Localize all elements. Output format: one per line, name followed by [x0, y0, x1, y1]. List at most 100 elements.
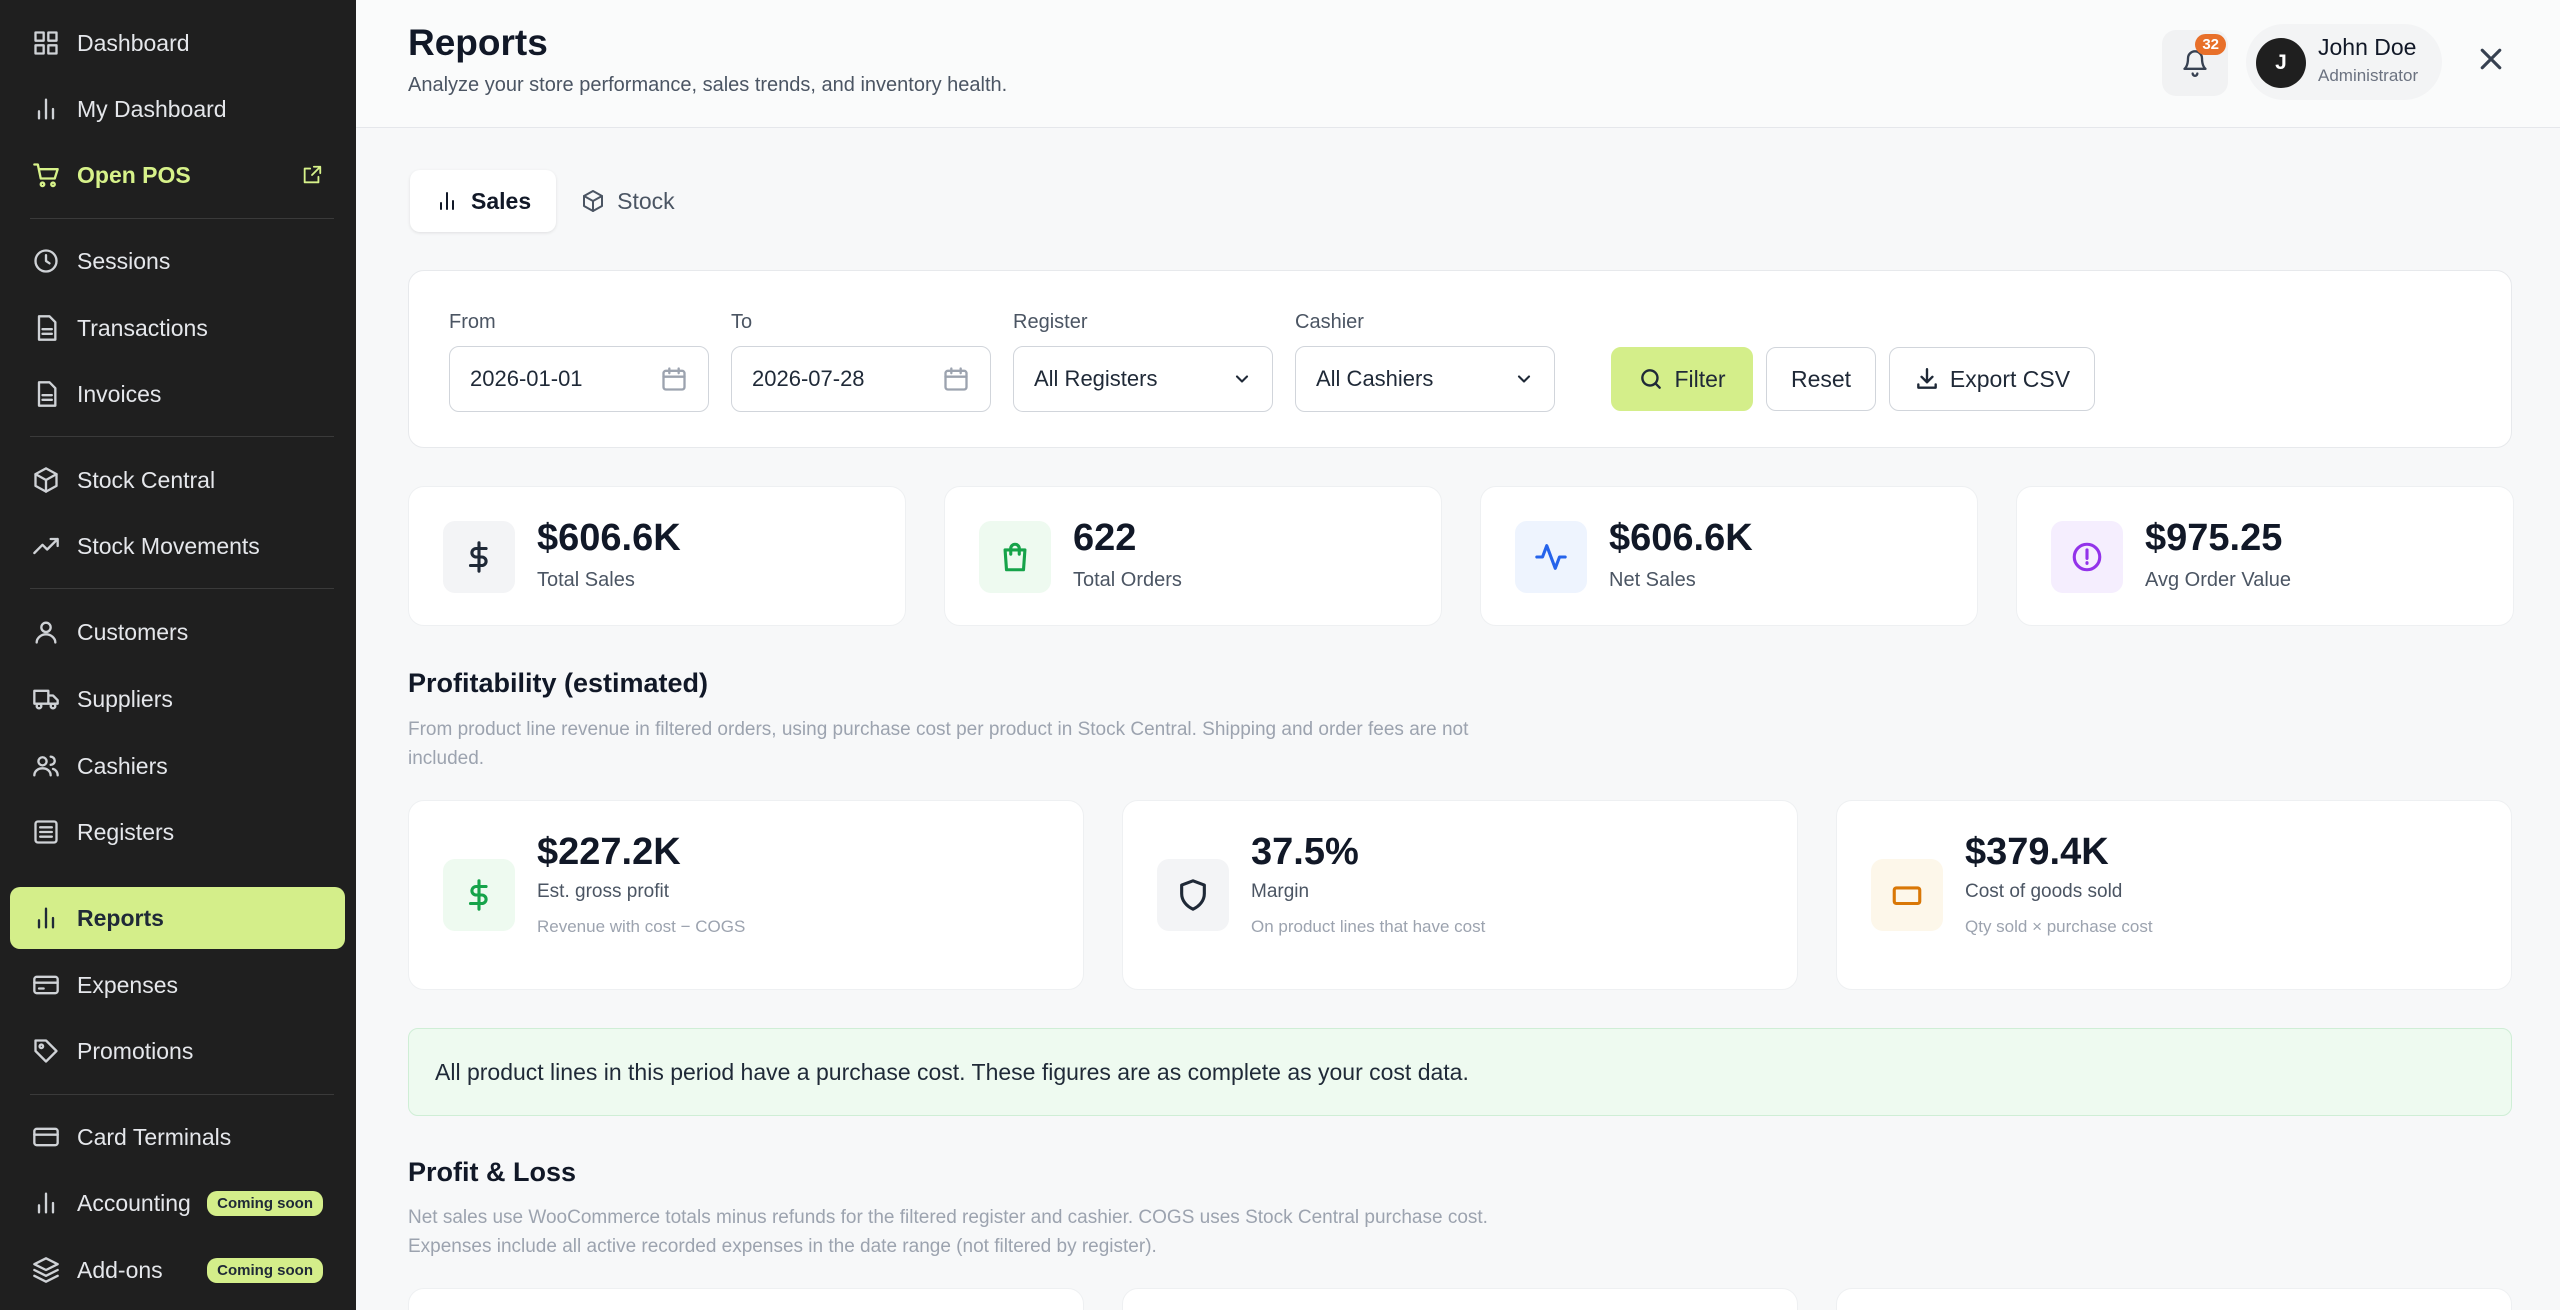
user-menu[interactable]: J John Doe Administrator [2246, 24, 2442, 100]
sidebar-item-add-ons[interactable]: Add-ons Coming soon [10, 1239, 345, 1301]
from-label: From [449, 311, 496, 333]
sidebar-item-label: Sessions [77, 247, 171, 274]
download-icon [1917, 368, 1937, 389]
divider [30, 218, 334, 219]
user-icon [30, 616, 62, 648]
kpi-label: Net Sales [1609, 569, 1696, 591]
to-date-input[interactable]: 2026-07-28 [731, 346, 991, 412]
sidebar-item-label: Cashiers [77, 752, 168, 779]
sidebar-item-cashiers[interactable]: Cashiers [10, 735, 345, 797]
to-date-value: 2026-07-28 [752, 366, 865, 391]
profit-label: Est. gross profit [537, 881, 669, 902]
pnl-description: Net sales use WooCommerce totals minus r… [408, 1203, 1508, 1261]
sidebar-item-invoices[interactable]: Invoices [10, 363, 345, 425]
external-link-icon [301, 164, 323, 186]
reset-button[interactable]: Reset [1766, 347, 1876, 411]
divider [30, 1094, 334, 1095]
sidebar-item-reports[interactable]: Reports [10, 887, 345, 949]
user-role: Administrator [2318, 66, 2419, 85]
sidebar-item-label: Add-ons [77, 1256, 163, 1283]
pnl-desc-line2: Expenses include all active recorded exp… [408, 1236, 1157, 1257]
pnl-desc-line1: Net sales use WooCommerce totals minus r… [408, 1207, 1488, 1228]
sidebar-item-label: Reports [77, 904, 164, 931]
tab-stock[interactable]: Stock [556, 170, 700, 232]
sidebar-item-open-pos[interactable]: Open POS [10, 144, 345, 206]
dollar-icon [443, 859, 515, 931]
register-value: All Registers [1034, 366, 1158, 391]
notification-count-badge: 32 [2195, 34, 2226, 55]
kpi-card-net-sales: $606.6K Net Sales [1480, 486, 1978, 626]
document-icon [30, 312, 62, 344]
kpi-value: $975.25 [2145, 517, 2283, 559]
calendar-icon[interactable] [942, 365, 970, 393]
card-icon [30, 1121, 62, 1153]
sidebar-item-stock-movements[interactable]: Stock Movements [10, 515, 345, 577]
from-date-group: From 2026-01-01 [449, 311, 709, 412]
profit-value: $227.2K [537, 831, 681, 873]
to-label: To [731, 311, 753, 333]
to-date-group: To 2026-07-28 [731, 311, 991, 412]
profit-sublabel: On product lines that have cost [1251, 917, 1486, 936]
cashier-select[interactable]: All Cashiers [1295, 346, 1555, 412]
sidebar-item-label: Accounting [77, 1189, 191, 1216]
profitability-desc-line1: From product line revenue in filtered or… [408, 719, 1469, 740]
tab-label: Stock [617, 187, 675, 214]
sidebar-item-my-dashboard[interactable]: My Dashboard [10, 78, 345, 140]
grid-icon [30, 27, 62, 59]
sidebar-item-customers[interactable]: Customers [10, 601, 345, 663]
chevron-down-icon [1235, 375, 1249, 383]
profit-label: Margin [1251, 881, 1310, 902]
bar-chart-icon [440, 192, 454, 210]
register-select[interactable]: All Registers [1013, 346, 1273, 412]
profitability-description: From product line revenue in filtered or… [408, 715, 1508, 773]
cashier-label: Cashier [1295, 311, 1364, 333]
profitability-desc-line2: included. [408, 748, 485, 769]
sidebar-item-label: Customers [77, 618, 189, 645]
kpi-value: $606.6K [1609, 517, 1753, 559]
sidebar-item-transactions[interactable]: Transactions [10, 297, 345, 359]
sidebar-item-expenses[interactable]: Expenses [10, 954, 345, 1016]
kpi-label: Total Sales [537, 569, 635, 591]
sidebar-item-label: Open POS [77, 161, 191, 188]
profit-card-margin: 37.5% Margin On product lines that have … [1122, 800, 1798, 990]
clock-icon [30, 245, 62, 277]
bar-chart-icon [30, 902, 62, 934]
sidebar-item-label: Invoices [77, 380, 162, 407]
sidebar-item-stock-central[interactable]: Stock Central [10, 449, 345, 511]
page-title: Reports [408, 22, 548, 63]
sidebar-item-dashboard[interactable]: Dashboard [10, 12, 345, 74]
page-subtitle: Analyze your store performance, sales tr… [408, 74, 1008, 96]
close-button[interactable] [2476, 44, 2506, 74]
notifications-button[interactable]: 32 [2162, 30, 2228, 96]
document-icon [30, 378, 62, 410]
sidebar-item-accounting[interactable]: Accounting Coming soon [10, 1172, 345, 1234]
sidebar-item-label: Card Terminals [77, 1123, 232, 1150]
cart-icon [30, 159, 62, 191]
sidebar-item-suppliers[interactable]: Suppliers [10, 668, 345, 730]
reset-button-label: Reset [1790, 365, 1852, 392]
profit-value: 37.5% [1251, 831, 1359, 873]
kpi-label: Avg Order Value [2145, 569, 2292, 591]
kpi-label: Total Orders [1073, 569, 1182, 591]
sidebar-item-label: My Dashboard [77, 95, 227, 122]
export-csv-button[interactable]: Export CSV [1889, 347, 2095, 411]
kpi-value: 622 [1073, 517, 1137, 559]
from-date-value: 2026-01-01 [470, 366, 583, 391]
coming-soon-badge: Coming soon [207, 1258, 323, 1283]
profit-label: Cost of goods sold [1965, 881, 2123, 902]
report-tabs: Sales Stock [410, 170, 700, 232]
calendar-icon[interactable] [660, 365, 688, 393]
sidebar-item-promotions[interactable]: Promotions [10, 1020, 345, 1082]
sidebar-item-registers[interactable]: Registers [10, 801, 345, 863]
users-icon [30, 750, 62, 782]
from-date-input[interactable]: 2026-01-01 [449, 346, 709, 412]
sidebar-item-card-terminals[interactable]: Card Terminals [10, 1106, 345, 1168]
kpi-card-total-orders: 622 Total Orders [944, 486, 1442, 626]
filter-panel: From 2026-01-01 To 2026-07-28 Register A… [408, 270, 2512, 448]
activity-icon [1515, 521, 1587, 593]
shield-icon [1157, 859, 1229, 931]
tab-sales[interactable]: Sales [410, 170, 557, 232]
layers-icon [30, 1254, 62, 1286]
sidebar-item-sessions[interactable]: Sessions [10, 230, 345, 292]
filter-button[interactable]: Filter [1611, 347, 1753, 411]
